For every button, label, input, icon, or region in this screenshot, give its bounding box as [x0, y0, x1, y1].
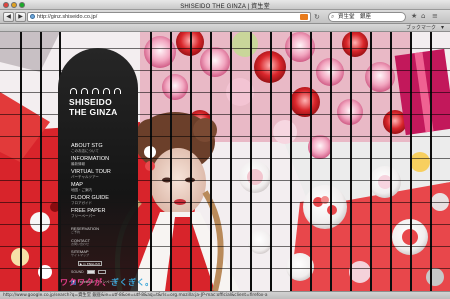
nav-sublabel: このお店について	[71, 149, 99, 153]
tagline-part-1: ワクワクが、	[60, 278, 111, 287]
web-page: SHISEIDO THE GINZA ABOUT STG このお店について IN…	[0, 32, 450, 291]
sound-label: SOUND	[71, 270, 84, 274]
forward-button[interactable]: ▶	[15, 12, 26, 22]
navigation-toolbar: ◀ ▶ http://ginz.shiseido.co.jp/ ↻ ⌕ 資生堂 …	[0, 10, 450, 24]
nav-sublabel: 地図・ご案内	[71, 188, 92, 192]
nav-item-reservation[interactable]: RESERVATION ご予約	[71, 226, 131, 235]
back-button[interactable]: ◀	[3, 12, 14, 22]
nav-item-map[interactable]: MAP 地図・ご案内	[71, 182, 131, 192]
search-icon: ⌕	[331, 13, 335, 20]
nav-sublabel: バーチャルツアー	[71, 175, 99, 179]
nav-item-virtual-tour[interactable]: VIRTUAL TOUR バーチャルツアー	[71, 169, 131, 179]
status-bar: http://www.google.co.jp/search?q=資生堂 銀座&…	[0, 291, 450, 299]
nav-item-sitemap[interactable]: SITEMAP サイトマップ	[71, 249, 131, 258]
nav-item-contact[interactable]: CONTACT お問い合わせ	[71, 238, 131, 247]
nav-sublabel: フロアガイド	[71, 201, 92, 205]
tagline: ワクワクが、ぎくぎく。	[60, 277, 154, 288]
nav-sublabel: 最新情報	[71, 162, 85, 166]
nav-item-floor-guide[interactable]: FLOOR GUIDE フロアガイド	[71, 195, 131, 205]
tagline-part-2: ぎくぎく。	[110, 278, 154, 287]
forward-arrow-icon: ▶	[18, 13, 23, 20]
nav-sublabel: サイトマップ	[71, 253, 90, 257]
back-arrow-icon: ◀	[6, 13, 11, 20]
english-button[interactable]: ▶ in ENGLISH	[78, 261, 102, 266]
side-navigation-panel: SHISEIDO THE GINZA ABOUT STG このお店について IN…	[58, 48, 138, 291]
main-nav: ABOUT STG このお店について INFORMATION 最新情報 VIRT…	[71, 143, 131, 261]
browser-window: SHISEIDO THE GINZA | 資生堂 ◀ ▶ http://ginz…	[0, 0, 450, 299]
sound-toggle: SOUND	[71, 270, 106, 274]
menu-icon[interactable]: ≡	[432, 12, 438, 21]
nav-item-free-paper[interactable]: FREE PAPER フリーペーパー	[71, 208, 131, 218]
nav-item-information[interactable]: INFORMATION 最新情報	[71, 156, 131, 166]
bookmark-star-icon[interactable]: ★	[411, 12, 417, 21]
refresh-icon[interactable]: ↻	[314, 13, 320, 21]
bookmarks-menu-button[interactable]: ブックマーク	[406, 25, 436, 31]
logo-line-2[interactable]: THE GINZA	[69, 108, 131, 117]
nav-sublabel: ご予約	[71, 230, 81, 234]
search-value: 資生堂 銀座	[338, 14, 372, 20]
nav-item-about[interactable]: ABOUT STG このお店について	[71, 143, 131, 153]
chevron-down-icon[interactable]: ▾	[441, 24, 444, 31]
nav-sublabel: フリーペーパー	[71, 214, 96, 218]
nav-sublabel: お問い合わせ	[71, 241, 90, 246]
sound-on-button[interactable]	[86, 270, 95, 274]
logo-arch-marks	[70, 88, 121, 94]
logo-line-1[interactable]: SHISEIDO	[69, 98, 131, 107]
url-text: http://ginz.shiseido.co.jp/	[37, 14, 98, 20]
url-bar[interactable]: http://ginz.shiseido.co.jp/	[27, 12, 311, 22]
rss-feed-icon[interactable]	[300, 14, 308, 20]
title-bar: SHISEIDO THE GINZA | 資生堂	[0, 0, 450, 10]
search-input[interactable]: ⌕ 資生堂 銀座	[328, 12, 406, 22]
sound-off-button[interactable]	[97, 270, 106, 274]
bookmarks-bar: ブックマーク ▾	[0, 24, 450, 32]
home-icon[interactable]: ⌂	[421, 12, 425, 21]
site-globe-icon	[30, 14, 35, 19]
window-title: SHISEIDO THE GINZA | 資生堂	[180, 4, 270, 10]
